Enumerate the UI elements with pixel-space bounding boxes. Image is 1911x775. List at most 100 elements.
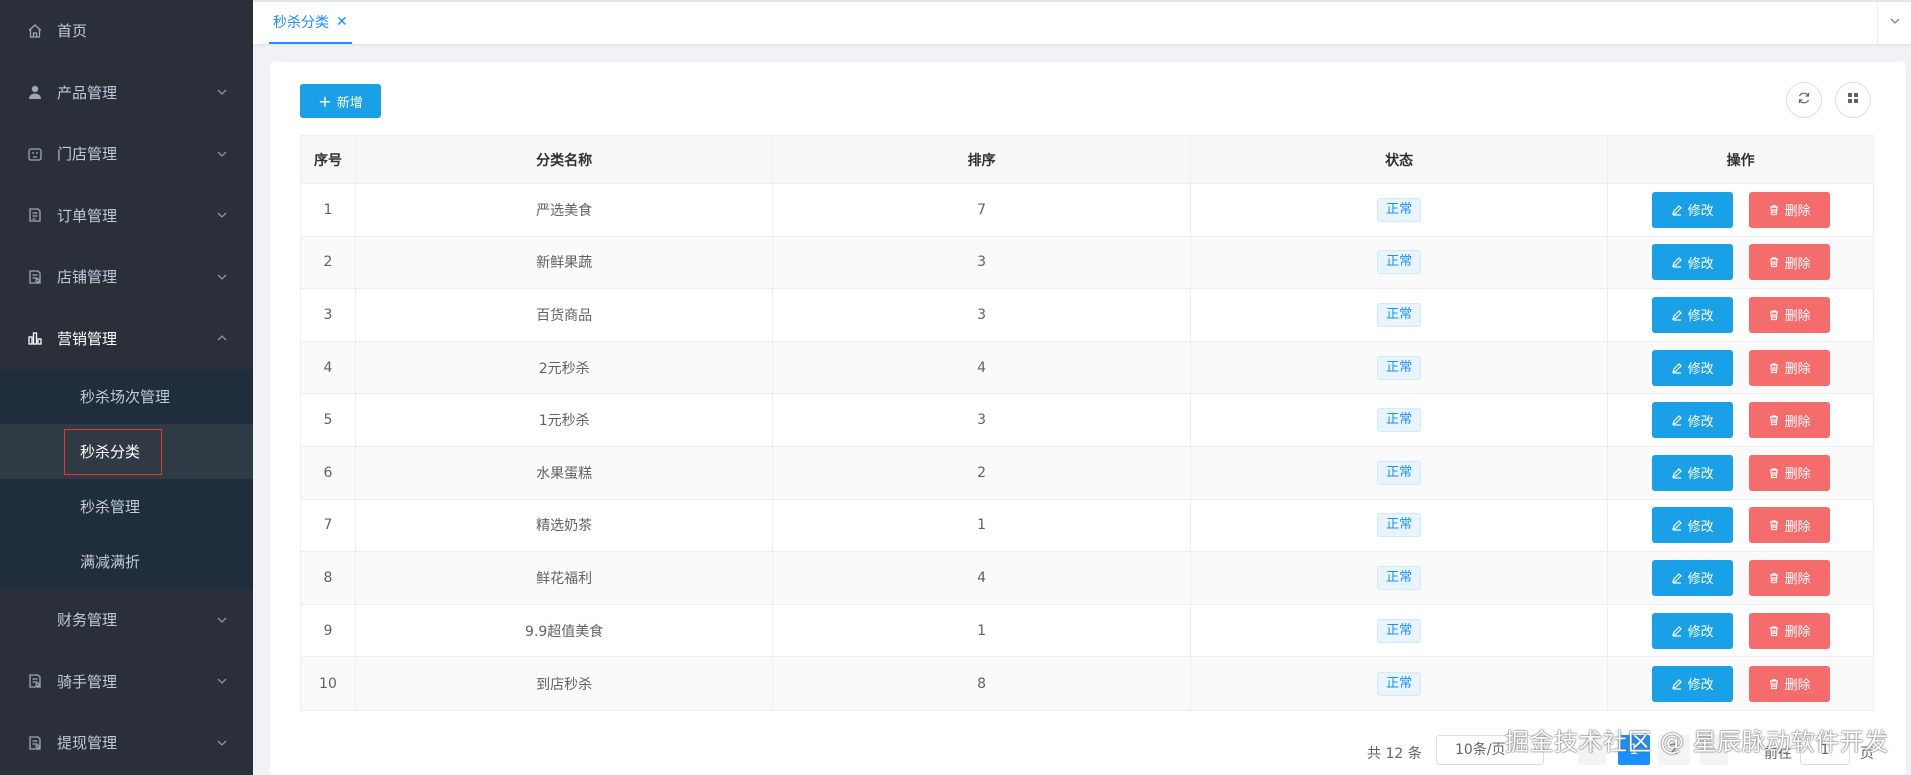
trash-icon: [1768, 519, 1780, 531]
delete-button[interactable]: 删除: [1748, 191, 1830, 228]
chevron-down-icon: [1888, 14, 1902, 32]
delete-button[interactable]: 删除: [1748, 612, 1830, 649]
sidebar-subitem-seckill-category[interactable]: 秒杀分类: [0, 424, 253, 479]
delete-button[interactable]: 删除: [1748, 349, 1830, 386]
cell-index: 7: [301, 499, 356, 552]
table-header-row: 序号 分类名称 排序 状态 操作: [301, 136, 1873, 184]
cell-sort: 7: [773, 184, 1191, 236]
tabs-dropdown-button[interactable]: [1877, 2, 1911, 44]
delete-button[interactable]: 删除: [1748, 244, 1830, 281]
status-badge: 正常: [1377, 197, 1422, 222]
sidebar-item-label: 店铺管理: [57, 268, 118, 287]
edit-button[interactable]: 修改: [1651, 454, 1733, 491]
cell-sort: 8: [773, 657, 1191, 710]
pagination-total: 共 12 条: [1367, 746, 1422, 762]
edit-label: 修改: [1687, 678, 1714, 694]
sidebar-item-riders[interactable]: 骑手管理: [0, 651, 253, 713]
edit-button[interactable]: 修改: [1651, 559, 1733, 596]
shop-icon: [26, 268, 44, 286]
edit-icon: [1671, 572, 1683, 584]
sidebar-item-stores[interactable]: 门店管理: [0, 123, 253, 185]
add-button[interactable]: + 新增: [300, 84, 381, 118]
sidebar-item-marketing[interactable]: 营销管理: [0, 308, 253, 370]
cell-name: 2元秒杀: [356, 341, 774, 394]
sidebar-subitem-label: 秒杀分类: [80, 443, 141, 461]
cell-index: 6: [301, 446, 356, 499]
sidebar-subitem-seckill-sessions[interactable]: 秒杀场次管理: [0, 369, 253, 424]
cell-actions: 修改 删除: [1608, 237, 1873, 289]
edit-label: 修改: [1687, 362, 1714, 378]
trash-icon: [1768, 467, 1780, 479]
edit-button[interactable]: 修改: [1651, 349, 1733, 386]
delete-button[interactable]: 删除: [1748, 665, 1830, 702]
column-header-sort: 排序: [773, 136, 1191, 183]
chevron-down-icon: [215, 674, 229, 688]
cell-status: 正常: [1191, 552, 1609, 604]
tab-seckill-category[interactable]: 秒杀分类 ✕: [269, 2, 352, 44]
edit-button[interactable]: 修改: [1651, 612, 1733, 649]
column-header-index: 序号: [301, 136, 356, 183]
edit-button[interactable]: 修改: [1651, 402, 1733, 439]
sidebar-item-products[interactable]: 产品管理: [0, 62, 253, 124]
delete-button[interactable]: 删除: [1748, 507, 1830, 544]
edit-icon: [1671, 309, 1683, 321]
cell-sort: 4: [773, 552, 1191, 604]
table-row: 8 鲜花福利 4 正常 修改 删除: [301, 552, 1873, 605]
cell-actions: 修改 删除: [1608, 500, 1873, 552]
delete-label: 删除: [1784, 519, 1811, 535]
delete-label: 删除: [1784, 414, 1811, 430]
cell-actions: 修改 删除: [1608, 289, 1873, 341]
columns-button[interactable]: [1835, 82, 1871, 118]
marketing-submenu: 秒杀场次管理 秒杀分类 秒杀管理 满减满折: [0, 369, 253, 589]
delete-button[interactable]: 删除: [1748, 454, 1830, 491]
sidebar-item-finance[interactable]: 财务管理: [0, 589, 253, 651]
edit-button[interactable]: 修改: [1651, 507, 1733, 544]
trash-icon: [1768, 362, 1780, 374]
cell-index: 10: [301, 657, 356, 710]
cell-sort: 3: [773, 394, 1191, 446]
edit-label: 修改: [1687, 519, 1714, 535]
edit-icon: [1671, 414, 1683, 426]
sidebar-item-orders[interactable]: 订单管理: [0, 185, 253, 247]
cell-name: 水果蛋糕: [356, 446, 774, 499]
cell-sort: 3: [773, 236, 1191, 289]
edit-icon: [1671, 256, 1683, 268]
sidebar-subitem-discount[interactable]: 满减满折: [0, 534, 253, 589]
bar-chart-icon: [26, 329, 44, 347]
sidebar-item-shops[interactable]: 店铺管理: [0, 246, 253, 308]
edit-label: 修改: [1687, 572, 1714, 588]
add-button-label: 新增: [336, 95, 363, 111]
cell-name: 严选美食: [356, 184, 774, 236]
delete-button[interactable]: 删除: [1748, 296, 1830, 333]
column-header-status: 状态: [1191, 136, 1609, 183]
sidebar-item-withdraw[interactable]: 提现管理: [0, 712, 253, 774]
table-row: 3 百货商品 3 正常 修改 删除: [301, 289, 1873, 342]
column-header-name: 分类名称: [356, 136, 774, 183]
delete-button[interactable]: 删除: [1748, 402, 1830, 439]
sidebar-item-home[interactable]: 首页: [0, 0, 253, 62]
edit-label: 修改: [1687, 204, 1714, 220]
edit-button[interactable]: 修改: [1651, 665, 1733, 702]
chevron-down-icon: [215, 613, 229, 627]
cell-index: 3: [301, 289, 356, 341]
table-row: 7 精选奶茶 1 正常 修改 删除: [301, 499, 1873, 553]
delete-button[interactable]: 删除: [1748, 559, 1830, 596]
order-icon: [26, 206, 44, 224]
edit-icon: [1671, 204, 1683, 216]
sidebar-subitem-seckill-manage[interactable]: 秒杀管理: [0, 479, 253, 534]
table-row: 4 2元秒杀 4 正常 修改 删除: [301, 341, 1873, 395]
edit-button[interactable]: 修改: [1651, 191, 1733, 228]
table-row: 10 到店秒杀 8 正常 修改 删除: [301, 657, 1873, 710]
table-row: 1 严选美食 7 正常 修改 删除: [301, 184, 1873, 237]
edit-button[interactable]: 修改: [1651, 244, 1733, 281]
sidebar-item-label: 订单管理: [57, 206, 118, 225]
cell-actions: 修改 删除: [1608, 184, 1873, 236]
status-badge: 正常: [1377, 618, 1422, 643]
sidebar-item-label: 首页: [57, 22, 88, 41]
edit-icon: [1671, 467, 1683, 479]
close-icon[interactable]: ✕: [336, 14, 348, 30]
cell-status: 正常: [1191, 236, 1609, 289]
edit-button[interactable]: 修改: [1651, 296, 1733, 333]
refresh-button[interactable]: [1786, 82, 1822, 118]
edit-icon: [1671, 678, 1683, 690]
